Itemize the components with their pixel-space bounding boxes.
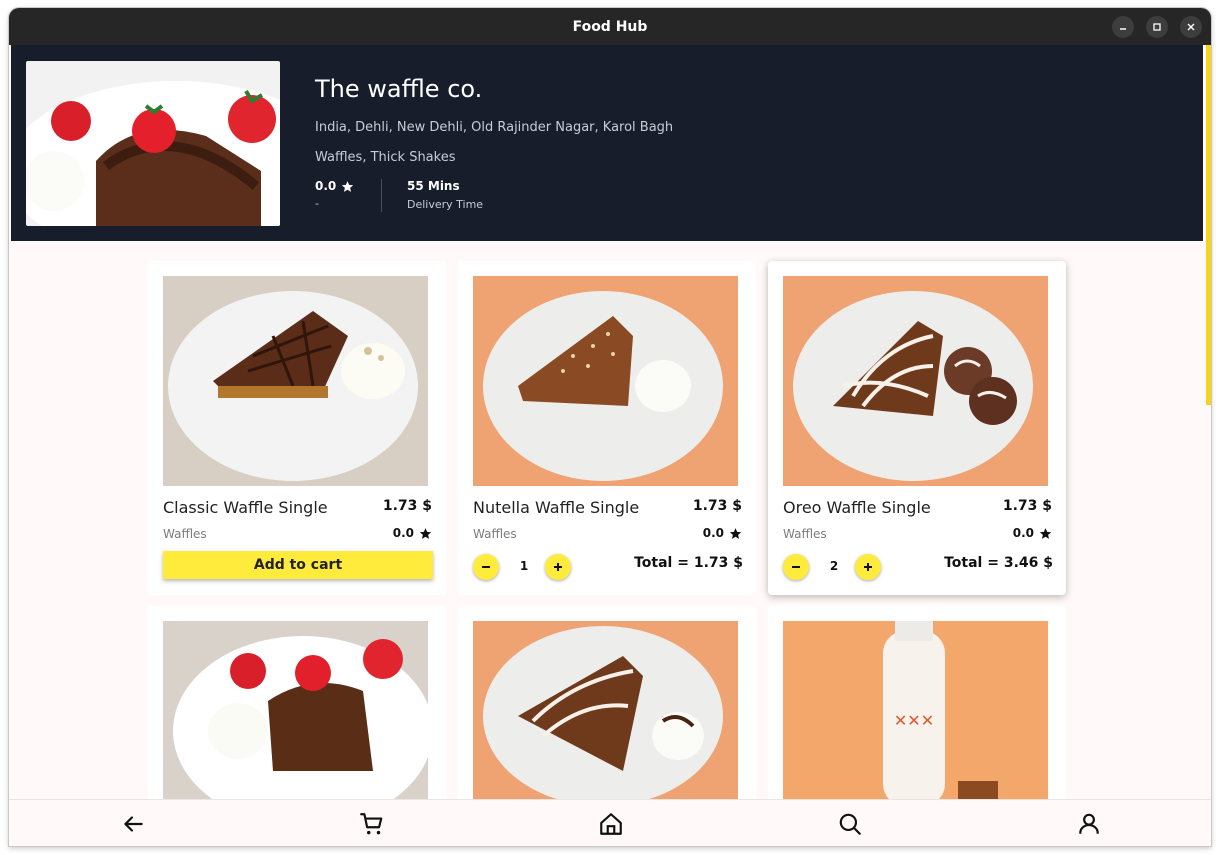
minus-icon — [482, 566, 490, 568]
item-total: Total = 3.46 $ — [944, 555, 1053, 571]
item-image — [163, 276, 428, 486]
restaurant-cuisines: Waffles, Thick Shakes — [315, 150, 456, 165]
delivery-time-label: Delivery Time — [407, 198, 484, 211]
menu-item-card: ✕✕✕ — [768, 606, 1066, 806]
scrollbar-thumb[interactable] — [1206, 45, 1211, 405]
minus-icon — [792, 566, 800, 568]
item-name: Classic Waffle Single — [163, 498, 328, 517]
menu-item-card: Nutella Waffle Single 1.73 $ Waffles 0.0… — [458, 261, 756, 595]
item-image — [473, 621, 738, 806]
nav-back-button[interactable] — [120, 811, 146, 837]
item-category: Waffles — [473, 527, 517, 541]
item-rating: 0.0 — [1013, 526, 1052, 540]
item-category: Waffles — [163, 527, 207, 541]
plus-icon — [864, 563, 872, 571]
decrease-quantity-button[interactable] — [783, 554, 809, 580]
nav-home-button[interactable] — [598, 811, 624, 837]
restaurant-image — [26, 61, 280, 226]
quantity-stepper: 2 Total = 3.46 $ — [783, 554, 1053, 580]
item-rating: 0.0 — [703, 526, 742, 540]
svg-text:✕✕✕: ✕✕✕ — [894, 711, 934, 730]
item-image — [783, 276, 1048, 486]
nav-search-button[interactable] — [837, 811, 863, 837]
rating-sub: - — [315, 197, 319, 210]
star-icon — [729, 527, 742, 539]
delivery-time-value: 55 Mins — [407, 179, 460, 193]
minimize-icon — [1120, 28, 1126, 30]
star-icon — [1039, 527, 1052, 539]
stat-divider — [381, 179, 382, 212]
item-image — [163, 621, 428, 806]
maximize-icon — [1153, 23, 1161, 31]
window-title: Food Hub — [572, 18, 648, 35]
add-to-cart-button[interactable]: Add to cart — [163, 551, 433, 579]
cart-icon — [360, 813, 383, 835]
nav-profile-button[interactable] — [1076, 811, 1102, 837]
search-icon — [839, 813, 861, 835]
plus-icon — [554, 563, 562, 571]
maximize-button[interactable] — [1146, 16, 1168, 38]
restaurant-header: The waffle co. India, Dehli, New Dehli, … — [11, 45, 1203, 241]
item-image — [473, 276, 738, 486]
item-name: Nutella Waffle Single — [473, 498, 640, 517]
restaurant-name: The waffle co. — [315, 75, 483, 103]
menu-item-card — [458, 606, 756, 806]
nav-cart-button[interactable] — [359, 811, 385, 837]
rating-value: 0.0 — [315, 179, 337, 193]
minimize-button[interactable] — [1112, 16, 1134, 38]
increase-quantity-button[interactable] — [855, 554, 881, 580]
close-icon — [1187, 23, 1195, 31]
user-icon — [1079, 813, 1099, 834]
item-rating: 0.0 — [393, 526, 432, 540]
app-window: Food Hub The waffle co. India, Dehli, Ne… — [9, 8, 1211, 846]
back-arrow-icon — [124, 816, 143, 832]
close-button[interactable] — [1180, 16, 1202, 38]
title-bar: Food Hub — [9, 8, 1211, 45]
bottom-navigation — [9, 799, 1211, 846]
item-price: 1.73 $ — [382, 498, 432, 514]
item-category: Waffles — [783, 527, 827, 541]
quantity-value: 1 — [519, 559, 529, 573]
item-rating-value: 0.0 — [1012, 526, 1034, 540]
decrease-quantity-button[interactable] — [473, 554, 499, 580]
quantity-stepper: 1 Total = 1.73 $ — [473, 554, 743, 580]
star-icon — [342, 180, 354, 192]
menu-item-card: Classic Waffle Single 1.73 $ Waffles 0.0… — [148, 261, 446, 595]
item-name: Oreo Waffle Single — [783, 498, 931, 517]
menu-item-card — [148, 606, 446, 806]
home-icon — [600, 813, 622, 835]
item-image: ✕✕✕ — [783, 621, 1048, 806]
item-rating-value: 0.0 — [392, 526, 414, 540]
star-icon — [419, 527, 432, 539]
item-price: 1.73 $ — [1002, 498, 1052, 514]
item-rating-value: 0.0 — [702, 526, 724, 540]
menu-item-card: Oreo Waffle Single 1.73 $ Waffles 0.0 2 … — [768, 261, 1066, 595]
restaurant-rating: 0.0 - — [315, 179, 354, 210]
quantity-value: 2 — [829, 559, 839, 573]
restaurant-address: India, Dehli, New Dehli, Old Rajinder Na… — [315, 120, 674, 135]
delivery-time: 55 Mins Delivery Time — [407, 179, 483, 211]
increase-quantity-button[interactable] — [545, 554, 571, 580]
item-total: Total = 1.73 $ — [634, 555, 743, 571]
item-price: 1.73 $ — [692, 498, 742, 514]
